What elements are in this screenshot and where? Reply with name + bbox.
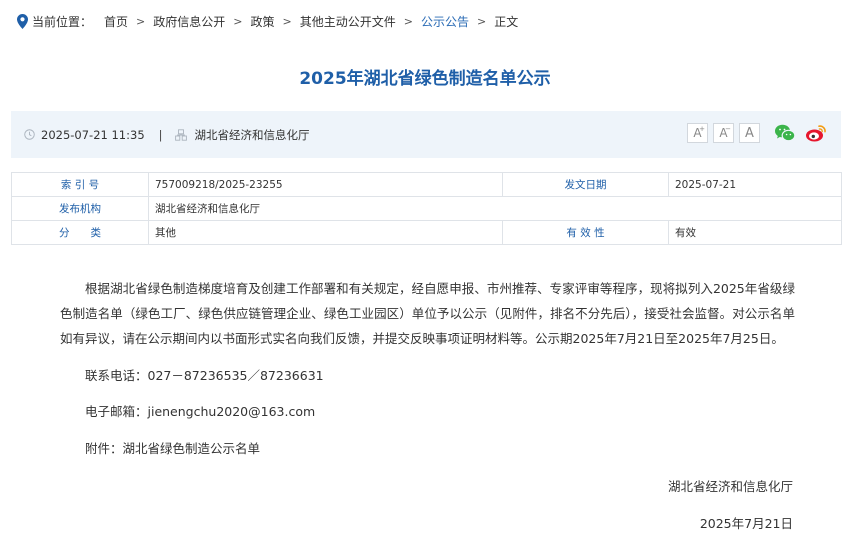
weibo-icon[interactable] bbox=[805, 123, 827, 143]
info-bar: 2025-07-21 11:35 | 湖北省经济和信息化厅 A + A − A bbox=[11, 111, 841, 158]
breadcrumb-separator: > bbox=[476, 14, 487, 28]
publish-datetime: 2025-07-21 11:35 bbox=[41, 127, 145, 142]
plus-icon: + bbox=[699, 125, 705, 133]
minus-icon: − bbox=[725, 125, 731, 133]
attachment-link[interactable]: 湖北省绿色制造公示名单 bbox=[123, 441, 261, 456]
index-number-value: 757009218/2025-23255 bbox=[148, 172, 503, 197]
validity-value: 有效 bbox=[668, 220, 842, 245]
publishing-org-label: 发布机构 bbox=[11, 196, 149, 221]
index-number-label: 索 引 号 bbox=[11, 172, 149, 197]
signature-org: 湖北省经济和信息化厅 bbox=[667, 479, 793, 494]
breadcrumb: 当前位置： 首页 > 政府信息公开 > 政策 > 其他主动公开文件 > 公示公告… bbox=[17, 12, 518, 30]
publishing-org-value: 湖北省经济和信息化厅 bbox=[148, 196, 842, 221]
font-reset-label: A bbox=[745, 125, 754, 141]
category-label: 分 类 bbox=[11, 220, 149, 245]
table-row: 索 引 号 757009218/2025-23255 发文日期 2025-07-… bbox=[11, 172, 842, 197]
clock-icon bbox=[24, 129, 35, 140]
breadcrumb-other-files[interactable]: 其他主动公开文件 bbox=[300, 13, 396, 30]
breadcrumb-separator: > bbox=[282, 14, 292, 28]
validity-label: 有 效 性 bbox=[502, 220, 669, 245]
org-icon bbox=[174, 128, 187, 141]
breadcrumb-notices[interactable]: 公示公告 bbox=[421, 13, 469, 30]
font-reset-button[interactable]: A bbox=[739, 123, 760, 143]
signature-date: 2025年7月21日 bbox=[699, 516, 793, 531]
contact-email: 电子邮箱：jienengchu2020@163.com bbox=[85, 404, 316, 419]
location-pin-icon bbox=[17, 13, 28, 29]
breadcrumb-home[interactable]: 首页 bbox=[104, 13, 128, 30]
page-tools: A + A − A bbox=[687, 123, 827, 143]
table-row: 发布机构 湖北省经济和信息化厅 bbox=[11, 196, 842, 221]
breadcrumb-separator: > bbox=[136, 14, 146, 28]
category-value: 其他 bbox=[148, 220, 503, 245]
breadcrumb-separator: > bbox=[403, 14, 413, 28]
article-paragraph: 根据湖北省绿色制造梯度培育及创建工作部署和有关规定，经自愿申报、市州推荐、专家评… bbox=[60, 281, 795, 346]
breadcrumb-prefix: 当前位置： bbox=[32, 14, 93, 29]
breadcrumb-gov-info[interactable]: 政府信息公开 bbox=[153, 13, 225, 30]
attachment: 附件：湖北省绿色制造公示名单 bbox=[85, 438, 260, 457]
issue-date-label: 发文日期 bbox=[502, 172, 669, 197]
metadata-table: 索 引 号 757009218/2025-23255 发文日期 2025-07-… bbox=[11, 172, 842, 245]
wechat-icon[interactable] bbox=[774, 123, 796, 143]
attachment-prefix: 附件： bbox=[85, 441, 123, 456]
page-title: 2025年湖北省绿色制造名单公示 bbox=[299, 69, 551, 89]
font-decrease-button[interactable]: A − bbox=[713, 123, 734, 143]
article-body: 根据湖北省绿色制造梯度培育及创建工作部署和有关规定，经自愿申报、市州推荐、专家评… bbox=[60, 276, 795, 351]
info-divider: | bbox=[158, 127, 163, 142]
breadcrumb-separator: > bbox=[233, 14, 243, 28]
table-row: 分 类 其他 有 效 性 有效 bbox=[11, 220, 842, 245]
breadcrumb-policy[interactable]: 政策 bbox=[250, 13, 274, 30]
issue-date-value: 2025-07-21 bbox=[668, 172, 842, 197]
publisher-name: 湖北省经济和信息化厅 bbox=[194, 127, 310, 142]
font-increase-button[interactable]: A + bbox=[687, 123, 708, 143]
breadcrumb-current: 正文 bbox=[494, 14, 519, 29]
contact-phone: 联系电话：027－87236535／87236631 bbox=[85, 368, 324, 383]
